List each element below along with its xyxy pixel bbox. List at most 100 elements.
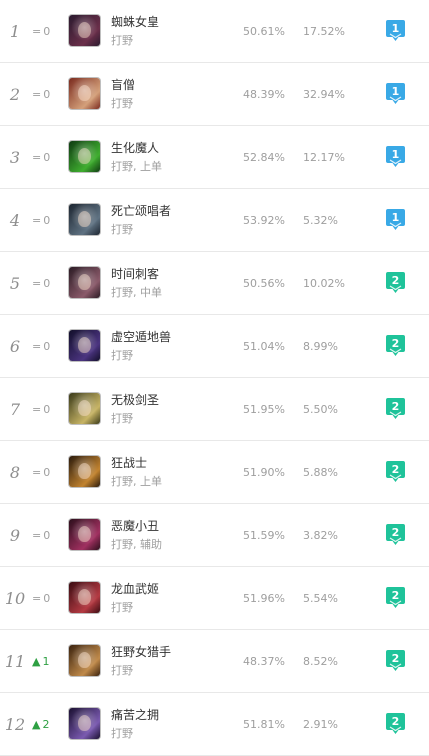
champion-name[interactable]: 时间刺客: [111, 265, 159, 282]
champion-avatar[interactable]: [69, 204, 100, 235]
pick-rate: 2.91%: [303, 717, 338, 731]
win-rate: 52.84%: [243, 150, 285, 164]
pick-rate: 32.94%: [303, 87, 345, 101]
table-row[interactable]: 3 = 0 生化魔人 打野, 上单 52.84% 12.17% 1: [0, 126, 429, 189]
champion-roles: 打野, 上单: [111, 160, 162, 173]
equals-icon: =: [32, 213, 42, 227]
champion-avatar[interactable]: [69, 330, 100, 361]
champion-avatar[interactable]: [69, 645, 100, 676]
table-row[interactable]: 5 = 0 时间刺客 打野, 中单 50.56% 10.02% 2: [0, 252, 429, 315]
rank-change: = 0: [32, 567, 50, 629]
rank-change-value: 0: [43, 591, 51, 605]
champion-name[interactable]: 狂野女猎手: [111, 643, 171, 660]
tier-badge: 2: [386, 587, 405, 609]
tier-number: 2: [391, 274, 400, 287]
tier-badge: 1: [386, 20, 405, 42]
champion-avatar[interactable]: [69, 582, 100, 613]
rank-change: ▲ 1: [32, 630, 49, 692]
rank-number: 9: [9, 525, 21, 545]
table-row[interactable]: 7 = 0 无极剑圣 打野 51.95% 5.50% 2: [0, 378, 429, 441]
tier-number: 2: [391, 337, 400, 350]
rank-number: 4: [9, 210, 21, 230]
champion-roles: 打野, 上单: [111, 475, 162, 488]
champion-avatar[interactable]: [69, 456, 100, 487]
avatar-shine: [69, 330, 100, 361]
rank-change: = 0: [32, 0, 50, 62]
rank-change-value: 1: [42, 654, 50, 668]
rank-change-value: 2: [42, 717, 50, 731]
rank-change: = 0: [32, 252, 50, 314]
rank-number: 12: [4, 714, 26, 734]
rank-change: = 0: [32, 189, 50, 251]
champion-name[interactable]: 痛苦之拥: [111, 706, 159, 723]
rank-change: = 0: [32, 504, 50, 566]
rank-number: 10: [4, 588, 26, 608]
tier-number: 1: [391, 85, 400, 98]
champion-avatar[interactable]: [69, 267, 100, 298]
avatar-shine: [69, 141, 100, 172]
champion-roles: 打野, 中单: [111, 286, 162, 299]
champion-avatar[interactable]: [69, 78, 100, 109]
table-row[interactable]: 10 = 0 龙血武姬 打野 51.96% 5.54% 2: [0, 567, 429, 630]
equals-icon: =: [32, 150, 42, 164]
table-row[interactable]: 2 = 0 盲僧 打野 48.39% 32.94% 1: [0, 63, 429, 126]
rank-number: 11: [4, 651, 26, 671]
win-rate: 50.61%: [243, 24, 285, 38]
champion-name[interactable]: 生化魔人: [111, 139, 159, 156]
tier-badge: 2: [386, 335, 405, 357]
tier-number: 1: [391, 211, 400, 224]
avatar-shine: [69, 15, 100, 46]
rank-change: ▲ 2: [32, 693, 49, 755]
equals-icon: =: [32, 24, 42, 38]
champion-avatar[interactable]: [69, 15, 100, 46]
table-row[interactable]: 8 = 0 狂战士 打野, 上单 51.90% 5.88% 2: [0, 441, 429, 504]
rank-change-value: 0: [43, 24, 51, 38]
champion-name[interactable]: 蜘蛛女皇: [111, 13, 159, 30]
champion-name[interactable]: 龙血武姬: [111, 580, 159, 597]
champion-name[interactable]: 盲僧: [111, 76, 135, 93]
avatar-shine: [69, 393, 100, 424]
rank-change-value: 0: [43, 402, 51, 416]
equals-icon: =: [32, 528, 42, 542]
avatar-shine: [69, 78, 100, 109]
equals-icon: =: [32, 87, 42, 101]
table-row[interactable]: 1 = 0 蜘蛛女皇 打野 50.61% 17.52% 1: [0, 0, 429, 63]
avatar-shine: [69, 204, 100, 235]
win-rate: 51.95%: [243, 402, 285, 416]
pick-rate: 5.32%: [303, 213, 338, 227]
tier-badge: 2: [386, 461, 405, 483]
win-rate: 53.92%: [243, 213, 285, 227]
win-rate: 48.37%: [243, 654, 285, 668]
champion-roles: 打野: [111, 664, 133, 677]
table-row[interactable]: 12 ▲ 2 痛苦之拥 打野 51.81% 2.91% 2: [0, 693, 429, 756]
table-row[interactable]: 6 = 0 虚空遁地兽 打野 51.04% 8.99% 2: [0, 315, 429, 378]
tier-badge: 1: [386, 146, 405, 168]
table-row[interactable]: 11 ▲ 1 狂野女猎手 打野 48.37% 8.52% 2: [0, 630, 429, 693]
rank-change-value: 0: [43, 87, 51, 101]
avatar-shine: [69, 582, 100, 613]
rank-number: 8: [9, 462, 21, 482]
tier-badge: 2: [386, 398, 405, 420]
table-row[interactable]: 9 = 0 恶魔小丑 打野, 辅助 51.59% 3.82% 2: [0, 504, 429, 567]
rank-change: = 0: [32, 126, 50, 188]
table-row[interactable]: 4 = 0 死亡颂唱者 打野 53.92% 5.32% 1: [0, 189, 429, 252]
champion-roles: 打野, 辅助: [111, 538, 162, 551]
champion-name[interactable]: 死亡颂唱者: [111, 202, 171, 219]
champion-avatar[interactable]: [69, 393, 100, 424]
win-rate: 50.56%: [243, 276, 285, 290]
tier-badge: 1: [386, 83, 405, 105]
champion-avatar[interactable]: [69, 519, 100, 550]
rank-change-value: 0: [43, 150, 51, 164]
champion-avatar[interactable]: [69, 708, 100, 739]
champion-name[interactable]: 狂战士: [111, 454, 147, 471]
champion-name[interactable]: 无极剑圣: [111, 391, 159, 408]
rank-number: 1: [9, 21, 21, 41]
equals-icon: =: [32, 339, 42, 353]
champion-avatar[interactable]: [69, 141, 100, 172]
rank-number: 2: [9, 84, 21, 104]
pick-rate: 5.54%: [303, 591, 338, 605]
champion-name[interactable]: 虚空遁地兽: [111, 328, 171, 345]
avatar-shine: [69, 267, 100, 298]
champion-name[interactable]: 恶魔小丑: [111, 517, 159, 534]
rank-change: = 0: [32, 315, 50, 377]
